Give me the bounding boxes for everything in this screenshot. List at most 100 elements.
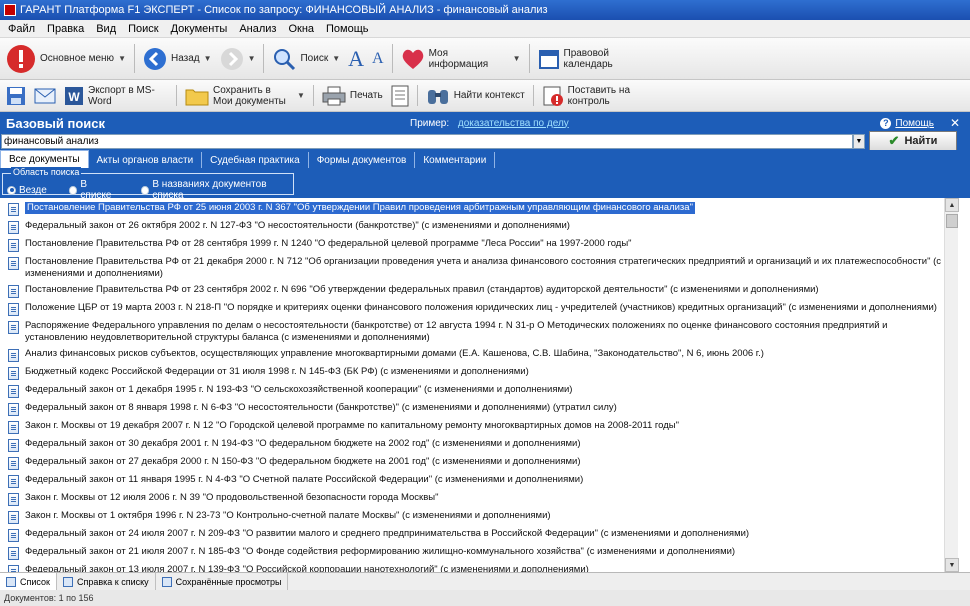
list-item-title[interactable]: Федеральный закон от 11 января 1995 г. N… xyxy=(25,474,583,486)
chevron-down-icon[interactable]: ▼ xyxy=(118,54,126,63)
list-item[interactable]: Закон г. Москвы от 19 декабря 2007 г. N … xyxy=(0,418,944,436)
list-item[interactable]: Постановление Правительства РФ от 21 дек… xyxy=(0,254,944,282)
font-increase-button[interactable]: A xyxy=(344,38,368,79)
radio-indicator[interactable] xyxy=(7,185,16,195)
list-item[interactable]: Постановление Правительства РФ от 23 сен… xyxy=(0,282,944,300)
list-item-title[interactable]: Бюджетный кодекс Российской Федерации от… xyxy=(25,366,529,378)
list-item-title[interactable]: Федеральный закон от 8 января 1998 г. N … xyxy=(25,402,617,414)
email-button[interactable] xyxy=(30,80,60,111)
radio-indicator[interactable] xyxy=(140,185,150,195)
save-to-my-docs-button[interactable]: Сохранить в Мои документы ▼ xyxy=(181,80,309,111)
scroll-up-icon[interactable]: ▲ xyxy=(945,198,959,212)
list-item-title[interactable]: Постановление Правительства РФ от 21 дек… xyxy=(25,256,944,280)
list-item-title[interactable]: Федеральный закон от 30 декабря 2001 г. … xyxy=(25,438,581,450)
search-example-link[interactable]: доказательства по делу xyxy=(458,118,569,129)
list-item-title[interactable]: Федеральный закон от 21 июля 2007 г. N 1… xyxy=(25,546,735,558)
print-button[interactable]: Печать xyxy=(318,80,387,111)
app-logo-icon xyxy=(4,4,16,16)
chevron-down-icon[interactable]: ▼ xyxy=(204,54,212,63)
document-icon xyxy=(8,547,19,560)
tab-list-info[interactable]: Справка к списку xyxy=(57,573,156,590)
list-item[interactable]: Закон г. Москвы от 1 октября 1996 г. N 2… xyxy=(0,508,944,526)
list-item-title[interactable]: Закон г. Москвы от 1 октября 1996 г. N 2… xyxy=(25,510,551,522)
chevron-down-icon[interactable]: ▼ xyxy=(248,54,256,63)
main-menu-button[interactable]: Основное меню ▼ xyxy=(2,38,130,79)
find-context-button[interactable]: Найти контекст xyxy=(422,80,529,111)
put-on-control-button[interactable]: Поставить на контроль xyxy=(538,80,652,111)
list-item-title[interactable]: Федеральный закон от 27 декабря 2000 г. … xyxy=(25,456,581,468)
list-item-title[interactable]: Постановление Правительства РФ от 28 сен… xyxy=(25,238,632,250)
chevron-down-icon[interactable]: ▼ xyxy=(297,91,305,100)
list-item-title[interactable]: Постановление Правительства РФ от 23 сен… xyxy=(25,284,819,296)
list-item-title[interactable]: Распоряжение Федерального управления по … xyxy=(25,320,944,344)
menu-windows[interactable]: Окна xyxy=(282,23,320,35)
list-item[interactable]: Федеральный закон от 30 декабря 2001 г. … xyxy=(0,436,944,454)
list-item[interactable]: Федеральный закон от 13 июля 2007 г. N 1… xyxy=(0,562,944,572)
tab-court-practice[interactable]: Судебная практика xyxy=(202,152,309,168)
legal-calendar-button[interactable]: Правовой календарь xyxy=(534,38,648,79)
list-item-title[interactable]: Положение ЦБР от 19 марта 2003 г. N 218-… xyxy=(25,302,937,314)
list-item-title[interactable]: Закон г. Москвы от 12 июля 2006 г. N 39 … xyxy=(25,492,438,504)
find-button[interactable]: ✔ Найти xyxy=(869,131,957,151)
forward-button[interactable]: ▼ xyxy=(216,38,260,79)
list-item[interactable]: Федеральный закон от 21 июля 2007 г. N 1… xyxy=(0,544,944,562)
chevron-down-icon[interactable]: ▼ xyxy=(332,54,340,63)
menu-edit[interactable]: Правка xyxy=(41,23,90,35)
radio-indicator[interactable] xyxy=(68,185,78,195)
list-item[interactable]: Закон г. Москвы от 12 июля 2006 г. N 39 … xyxy=(0,490,944,508)
search-area-legend: Область поиска xyxy=(11,167,82,177)
document-icon xyxy=(8,285,19,298)
list-item-title[interactable]: Федеральный закон от 24 июля 2007 г. N 2… xyxy=(25,528,749,540)
menu-help[interactable]: Помощь xyxy=(320,23,375,35)
tab-authority-acts[interactable]: Акты органов власти xyxy=(89,152,203,168)
my-info-button[interactable]: Моя информация ▼ xyxy=(397,38,525,79)
tab-comments[interactable]: Комментарии xyxy=(415,152,496,168)
list-item-title[interactable]: Федеральный закон от 26 октября 2002 г. … xyxy=(25,220,570,232)
search-input[interactable] xyxy=(1,134,853,149)
tab-saved-views[interactable]: Сохранённые просмотры xyxy=(156,573,289,590)
scroll-down-icon[interactable]: ▼ xyxy=(945,558,959,572)
list-item[interactable]: Федеральный закон от 1 декабря 1995 г. N… xyxy=(0,382,944,400)
tab-document-forms[interactable]: Формы документов xyxy=(309,152,416,168)
results-scrollbar[interactable]: ▲ ▼ xyxy=(944,198,959,572)
back-arrow-icon xyxy=(143,47,167,71)
help-link[interactable]: ? Помощь xyxy=(880,117,934,129)
list-item[interactable]: Положение ЦБР от 19 марта 2003 г. N 218-… xyxy=(0,300,944,318)
list-item[interactable]: Федеральный закон от 24 июля 2007 г. N 2… xyxy=(0,526,944,544)
list-item[interactable]: Постановление Правительства РФ от 25 июн… xyxy=(0,200,944,218)
search-history-dropdown[interactable]: ▼ xyxy=(853,134,865,149)
list-item-title[interactable]: Закон г. Москвы от 19 декабря 2007 г. N … xyxy=(25,420,679,432)
menu-documents[interactable]: Документы xyxy=(165,23,234,35)
scroll-thumb[interactable] xyxy=(946,214,958,228)
list-item[interactable]: Федеральный закон от 8 января 1998 г. N … xyxy=(0,400,944,418)
tab-list[interactable]: Список xyxy=(0,573,57,590)
back-button[interactable]: Назад ▼ xyxy=(139,38,216,79)
close-icon[interactable]: ✕ xyxy=(950,116,960,130)
print-preview-button[interactable] xyxy=(387,80,413,111)
menu-file[interactable]: Файл xyxy=(2,23,41,35)
menu-analysis[interactable]: Анализ xyxy=(233,23,282,35)
menu-search[interactable]: Поиск xyxy=(122,23,164,35)
list-item-title[interactable]: Постановление Правительства РФ от 25 июн… xyxy=(25,202,695,214)
list-icon xyxy=(6,576,16,587)
font-decrease-button[interactable]: A xyxy=(368,38,388,79)
export-word-button[interactable]: W Экспорт в MS-Word xyxy=(60,80,172,111)
list-item[interactable]: Постановление Правительства РФ от 28 сен… xyxy=(0,236,944,254)
toolbar-separator xyxy=(263,44,265,73)
search-button[interactable]: Поиск ▼ xyxy=(268,38,344,79)
list-item[interactable]: Анализ финансовых рисков субъектов, осущ… xyxy=(0,346,944,364)
menu-view[interactable]: Вид xyxy=(90,23,122,35)
list-item-title[interactable]: Федеральный закон от 13 июля 2007 г. N 1… xyxy=(25,564,589,572)
calendar-icon xyxy=(538,48,560,70)
list-item[interactable]: Распоряжение Федерального управления по … xyxy=(0,318,944,346)
list-item[interactable]: Федеральный закон от 27 декабря 2000 г. … xyxy=(0,454,944,472)
status-text: Документов: 1 по 156 xyxy=(4,593,94,603)
chevron-down-icon[interactable]: ▼ xyxy=(513,54,521,63)
list-item-title[interactable]: Анализ финансовых рисков субъектов, осущ… xyxy=(25,348,764,360)
list-item[interactable]: Федеральный закон от 11 января 1995 г. N… xyxy=(0,472,944,490)
list-item[interactable]: Бюджетный кодекс Российской Федерации от… xyxy=(0,364,944,382)
list-item-title[interactable]: Федеральный закон от 1 декабря 1995 г. N… xyxy=(25,384,572,396)
tab-all-documents[interactable]: Все документы xyxy=(0,150,89,168)
save-button[interactable] xyxy=(2,80,30,111)
list-item[interactable]: Федеральный закон от 26 октября 2002 г. … xyxy=(0,218,944,236)
